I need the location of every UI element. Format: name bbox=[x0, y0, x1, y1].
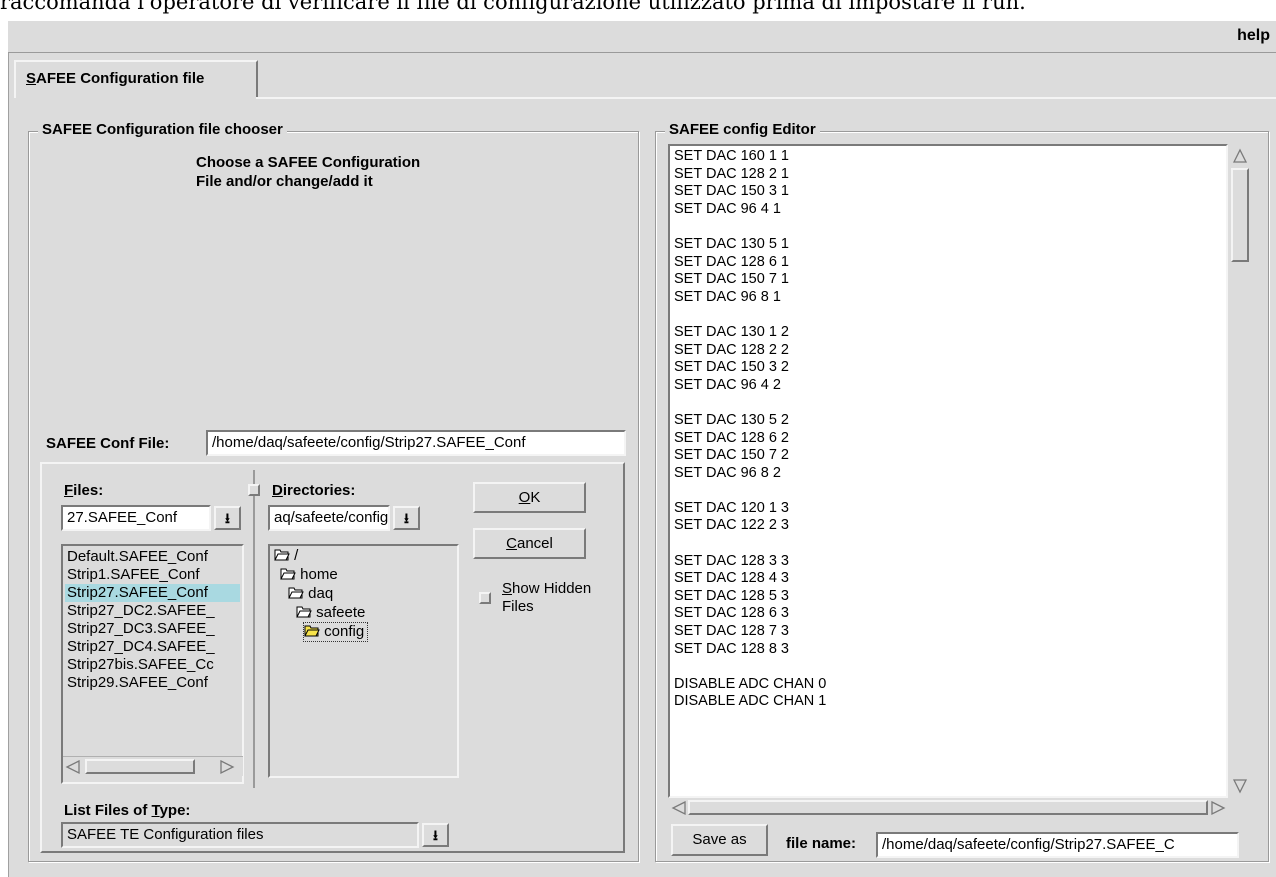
tab-mnemonic: S bbox=[26, 70, 37, 87]
files-filter-input[interactable]: 27.SAFEE_Conf bbox=[61, 505, 211, 531]
directories-label-text: irectories: bbox=[282, 482, 356, 499]
editor-legend: SAFEE config Editor bbox=[665, 121, 820, 138]
cancel-button[interactable]: Cancel bbox=[473, 528, 586, 559]
chooser-instructions-line1: Choose a SAFEE Configuration bbox=[196, 154, 421, 171]
file-item-strip27-dc3[interactable]: Strip27_DC3.SAFEE_ bbox=[65, 620, 240, 638]
open-folder-icon bbox=[296, 606, 312, 618]
editor-vscroll-thumb[interactable] bbox=[1231, 168, 1249, 262]
files-mnemonic: F bbox=[64, 482, 74, 499]
scroll-up-icon[interactable] bbox=[1232, 148, 1248, 164]
splitter-handle[interactable] bbox=[248, 484, 260, 496]
filetype-dropdown-button[interactable]: ⭳ bbox=[422, 823, 449, 847]
open-folder-icon bbox=[280, 568, 296, 580]
file-item-strip27-selected[interactable]: Strip27.SAFEE_Conf bbox=[65, 584, 240, 602]
dir-label: daq bbox=[308, 585, 334, 602]
scroll-left-icon[interactable] bbox=[65, 759, 81, 775]
files-label: Files: bbox=[64, 482, 103, 499]
directories-label: Directories: bbox=[272, 482, 355, 499]
dir-item-root[interactable]: / bbox=[274, 547, 298, 565]
caption-text: raccomanda l'operatore di verificare il … bbox=[0, 0, 1026, 14]
filetype-label-post: ype: bbox=[159, 802, 191, 819]
scroll-right-icon[interactable] bbox=[1210, 800, 1226, 816]
file-name-label: file name: bbox=[786, 835, 857, 852]
file-item-strip29[interactable]: Strip29.SAFEE_Conf bbox=[65, 674, 240, 692]
file-name-input[interactable]: /home/daq/safeete/config/Strip27.SAFEE_C bbox=[876, 832, 1239, 858]
editor-hscrollbar[interactable] bbox=[670, 799, 1228, 817]
directories-filter-input[interactable]: aq/safeete/config bbox=[268, 505, 390, 531]
open-folder-icon bbox=[274, 549, 290, 561]
save-as-button[interactable]: Save as bbox=[671, 824, 768, 856]
dir-item-daq[interactable]: daq bbox=[288, 585, 333, 603]
open-folder-icon bbox=[304, 625, 320, 637]
filetype-label-pre: List Files of bbox=[64, 802, 152, 819]
dir-item-safeete[interactable]: safeete bbox=[296, 604, 365, 622]
files-hscrollbar[interactable] bbox=[63, 756, 243, 776]
filetype-select[interactable]: SAFEE TE Configuration files bbox=[61, 822, 419, 848]
cancel-mnemonic: C bbox=[506, 535, 517, 552]
files-filter-dropdown-button[interactable]: ⭳ bbox=[214, 506, 241, 530]
config-editor-textarea[interactable]: SET DAC 160 1 1 SET DAC 128 2 1 SET DAC … bbox=[668, 144, 1228, 798]
dir-item-home[interactable]: home bbox=[280, 566, 338, 584]
conf-file-label: SAFEE Conf File: bbox=[46, 435, 170, 452]
arrow-down-icon: ⭳ bbox=[404, 510, 409, 526]
dir-label: config bbox=[324, 623, 365, 640]
directories-tree[interactable]: / home daq safeete config bbox=[268, 544, 459, 778]
editor-hscroll-thumb[interactable] bbox=[688, 800, 1208, 815]
arrow-down-icon: ⭳ bbox=[433, 827, 438, 843]
menu-bar: help bbox=[8, 21, 1276, 53]
file-item-strip27-dc2[interactable]: Strip27_DC2.SAFEE_ bbox=[65, 602, 240, 620]
files-list[interactable]: Default.SAFEE_Conf Strip1.SAFEE_Conf Str… bbox=[61, 544, 244, 784]
help-menu[interactable]: help bbox=[1237, 27, 1270, 45]
scroll-right-icon[interactable] bbox=[219, 759, 235, 775]
dir-label: / bbox=[294, 547, 299, 564]
tab-underline bbox=[256, 97, 1276, 99]
directories-filter-dropdown-button[interactable]: ⭳ bbox=[393, 506, 420, 530]
cancel-label: ancel bbox=[516, 535, 553, 552]
file-item-strip27bis[interactable]: Strip27bis.SAFEE_Cc bbox=[65, 656, 240, 674]
filetype-label: List Files of Type: bbox=[64, 802, 190, 819]
dir-label: home bbox=[300, 566, 338, 583]
chooser-instructions-line2: File and/or change/add it bbox=[196, 173, 373, 190]
dir-item-config-selected[interactable]: config bbox=[302, 622, 369, 642]
tab-label: AFEE Configuration file bbox=[36, 70, 205, 87]
file-item-strip1[interactable]: Strip1.SAFEE_Conf bbox=[65, 566, 240, 584]
ok-button[interactable]: OK bbox=[473, 482, 586, 513]
show-hidden-text: how Hidden bbox=[512, 580, 592, 597]
chooser-legend: SAFEE Configuration file chooser bbox=[38, 121, 287, 138]
editor-vscrollbar[interactable] bbox=[1229, 146, 1251, 798]
directories-mnemonic: D bbox=[272, 482, 283, 499]
ok-mnemonic: O bbox=[518, 489, 531, 506]
show-hidden-label[interactable]: Show Hidden Files bbox=[502, 580, 591, 616]
config-editor-text[interactable]: SET DAC 160 1 1 SET DAC 128 2 1 SET DAC … bbox=[670, 146, 1226, 713]
open-folder-icon bbox=[288, 587, 304, 599]
show-hidden-text-line2: Files bbox=[502, 598, 534, 615]
show-hidden-mnemonic: S bbox=[502, 580, 513, 597]
scroll-left-icon[interactable] bbox=[671, 800, 687, 816]
arrow-down-icon: ⭳ bbox=[225, 510, 230, 526]
tab-safee-configuration-file[interactable]: SAFEE Configuration file bbox=[14, 60, 258, 98]
scroll-down-icon[interactable] bbox=[1232, 778, 1248, 794]
file-item-default[interactable]: Default.SAFEE_Conf bbox=[65, 548, 240, 566]
file-item-strip27-dc4[interactable]: Strip27_DC4.SAFEE_ bbox=[65, 638, 240, 656]
filetype-mnemonic: T bbox=[151, 802, 160, 819]
dir-label: safeete bbox=[316, 604, 366, 621]
show-hidden-checkbox[interactable] bbox=[479, 592, 491, 604]
files-label-text: iles: bbox=[73, 482, 104, 499]
ok-label: K bbox=[530, 489, 541, 506]
pane-splitter[interactable] bbox=[253, 470, 255, 788]
files-hscroll-thumb[interactable] bbox=[85, 759, 195, 774]
conf-file-input[interactable]: /home/daq/safeete/config/Strip27.SAFEE_C… bbox=[206, 430, 626, 456]
